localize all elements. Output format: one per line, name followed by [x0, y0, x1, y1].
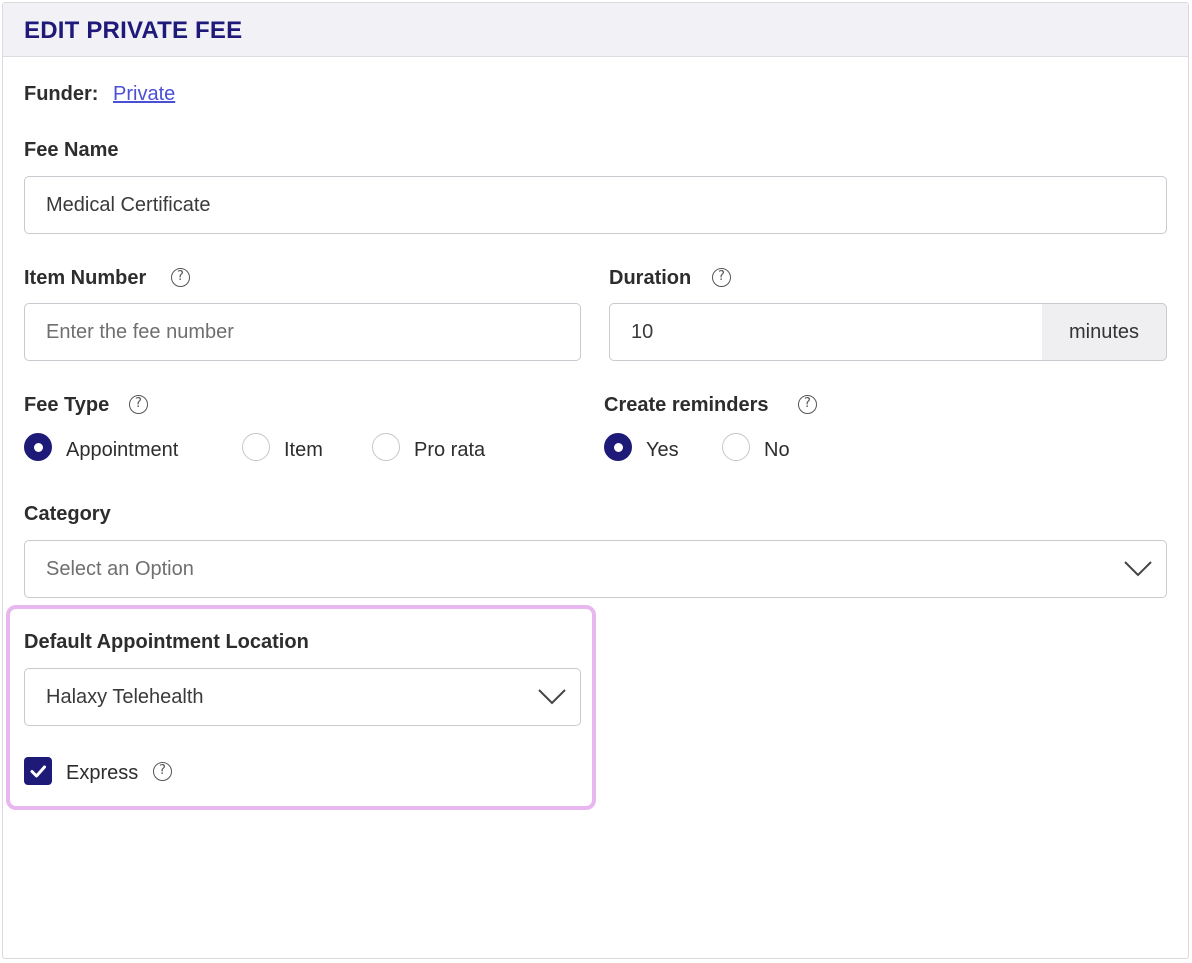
funder-link[interactable]: Private: [113, 83, 175, 106]
help-circle-icon[interactable]: ?: [171, 268, 190, 287]
fee-type-pro-rata-radio[interactable]: [372, 433, 400, 461]
fee-type-label: Fee Type: [24, 394, 110, 416]
chevron-down-icon[interactable]: [537, 688, 567, 706]
help-circle-icon[interactable]: ?: [153, 762, 172, 781]
funder-label: Funder:: [24, 83, 99, 105]
reminders-yes-radio[interactable]: [604, 433, 632, 461]
fee-name-label: Fee Name: [24, 139, 119, 161]
help-circle-icon[interactable]: ?: [712, 268, 731, 287]
fee-type-appointment-radio[interactable]: [24, 433, 52, 461]
edit-fee-panel: EDIT PRIVATE FEE: [2, 2, 1189, 959]
help-circle-icon[interactable]: ?: [798, 395, 817, 414]
help-circle-icon[interactable]: ?: [129, 395, 148, 414]
fee-name-input[interactable]: Medical Certificate: [24, 176, 1167, 234]
reminders-label: Create reminders: [604, 394, 769, 416]
reminders-no-radio[interactable]: [722, 433, 750, 461]
fee-type-pro-rata-label[interactable]: Pro rata: [414, 439, 485, 462]
location-label: Default Appointment Location: [24, 631, 309, 653]
category-select[interactable]: Select an Option: [24, 540, 1167, 598]
fee-type-appointment-label[interactable]: Appointment: [66, 439, 178, 462]
panel-header: EDIT PRIVATE FEE: [3, 3, 1188, 57]
item-number-input[interactable]: Enter the fee number: [24, 303, 581, 361]
category-label: Category: [24, 503, 111, 525]
chevron-down-icon[interactable]: [1123, 560, 1153, 578]
express-label[interactable]: Express: [66, 762, 138, 785]
item-number-label: Item Number: [24, 267, 147, 289]
page-title: EDIT PRIVATE FEE: [24, 17, 243, 44]
checkmark-icon: [30, 765, 46, 778]
duration-label: Duration: [609, 267, 692, 289]
location-select[interactable]: Halaxy Telehealth: [24, 668, 581, 726]
express-checkbox[interactable]: [24, 757, 52, 785]
fee-type-item-label[interactable]: Item: [284, 439, 323, 462]
reminders-no-label[interactable]: No: [764, 439, 790, 462]
duration-input[interactable]: 10: [609, 303, 1043, 361]
fee-type-item-radio[interactable]: [242, 433, 270, 461]
duration-unit-addon: minutes: [1042, 303, 1167, 361]
reminders-yes-label[interactable]: Yes: [646, 439, 679, 462]
